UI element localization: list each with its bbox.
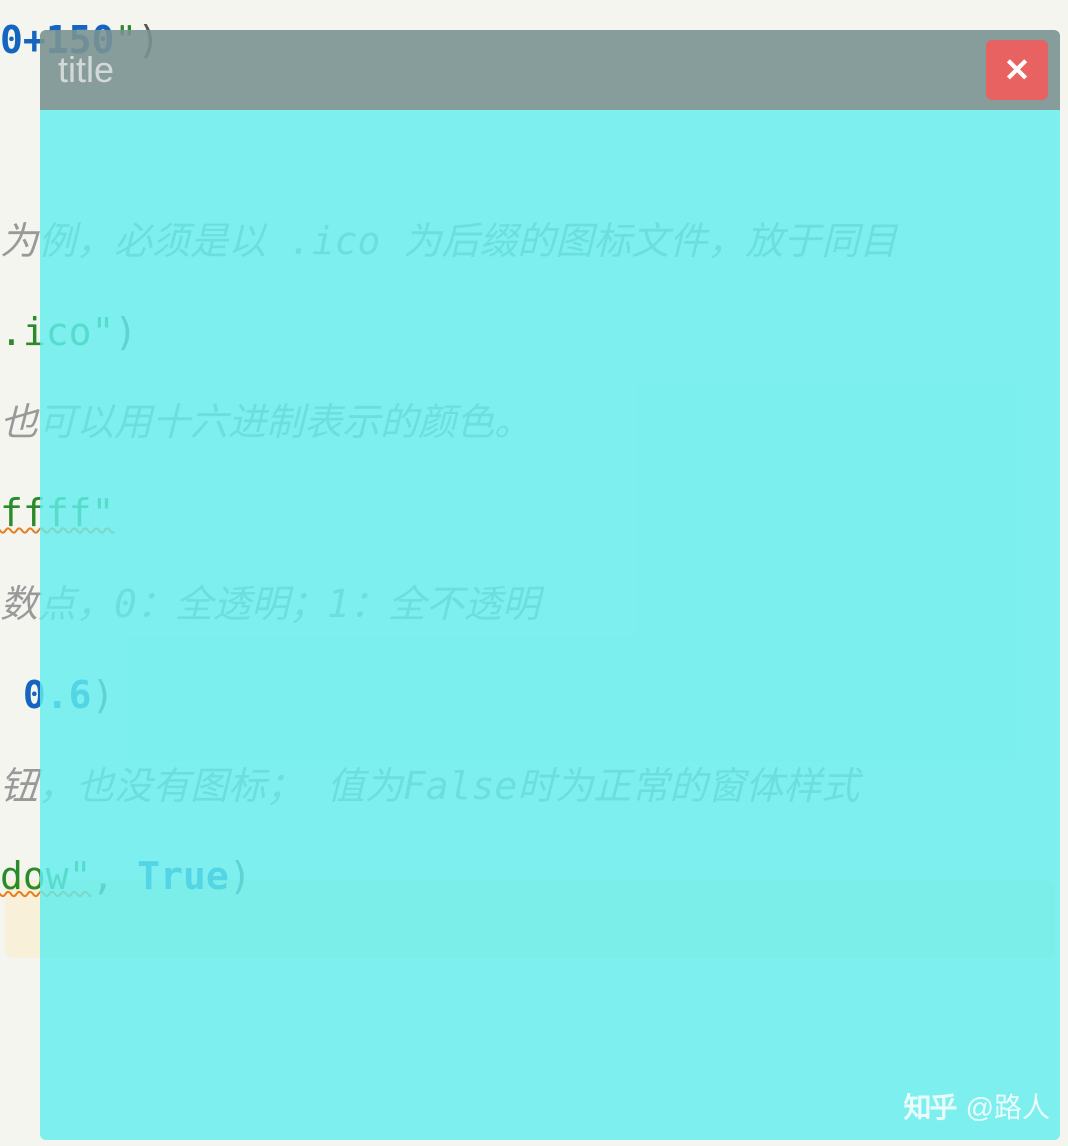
demo-window[interactable]: title ✕	[40, 30, 1060, 1140]
zhihu-logo: 知乎	[904, 1086, 956, 1126]
window-body	[40, 110, 1060, 1140]
close-icon: ✕	[1004, 51, 1031, 89]
window-title: title	[58, 49, 114, 91]
window-titlebar[interactable]: title ✕	[40, 30, 1060, 110]
watermark-user: @路人	[966, 1086, 1050, 1126]
close-button[interactable]: ✕	[986, 40, 1048, 100]
watermark: 知乎 @路人	[904, 1086, 1050, 1126]
